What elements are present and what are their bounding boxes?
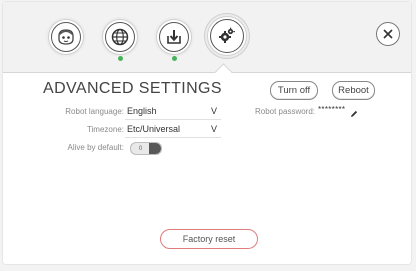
robot-face-icon	[51, 22, 81, 52]
globe-icon	[105, 22, 135, 52]
header-divider	[3, 72, 411, 73]
alive-by-default-toggle[interactable]: 0	[130, 142, 162, 155]
robot-language-select[interactable]: English	[127, 106, 157, 116]
toggle-state-text: 0	[131, 143, 150, 154]
nav-network-button[interactable]	[102, 19, 138, 61]
settings-panel: ADVANCED SETTINGS Turn off Reboot Robot …	[3, 2, 411, 264]
status-indicator-dot	[117, 56, 123, 61]
toggle-knob	[149, 143, 161, 154]
download-icon	[159, 22, 189, 52]
alive-by-default-label: Alive by default:	[67, 143, 124, 152]
reboot-button[interactable]: Reboot	[332, 81, 375, 100]
nav-robot-button[interactable]	[48, 19, 84, 55]
robot-language-label: Robot language:	[65, 107, 124, 116]
gears-icon	[210, 19, 244, 53]
close-icon	[383, 29, 393, 39]
page-title: ADVANCED SETTINGS	[43, 80, 222, 97]
turn-off-button[interactable]: Turn off	[270, 81, 318, 100]
factory-reset-button[interactable]: Factory reset	[160, 229, 258, 249]
chevron-down-icon[interactable]: V	[211, 124, 217, 134]
nav-advanced-settings-button[interactable]	[207, 16, 247, 56]
robot-password-value: ********	[318, 105, 346, 114]
nav-update-button[interactable]	[156, 19, 192, 61]
timezone-select[interactable]: Etc/Universal	[127, 124, 180, 134]
pencil-icon[interactable]	[350, 105, 358, 123]
select-underline	[125, 119, 221, 120]
close-button[interactable]	[376, 22, 400, 46]
timezone-label: Timezone:	[86, 125, 124, 134]
status-indicator-dot	[171, 56, 177, 61]
robot-password-label: Robot password:	[254, 107, 315, 116]
select-underline	[125, 137, 221, 138]
chevron-down-icon[interactable]: V	[211, 106, 217, 116]
